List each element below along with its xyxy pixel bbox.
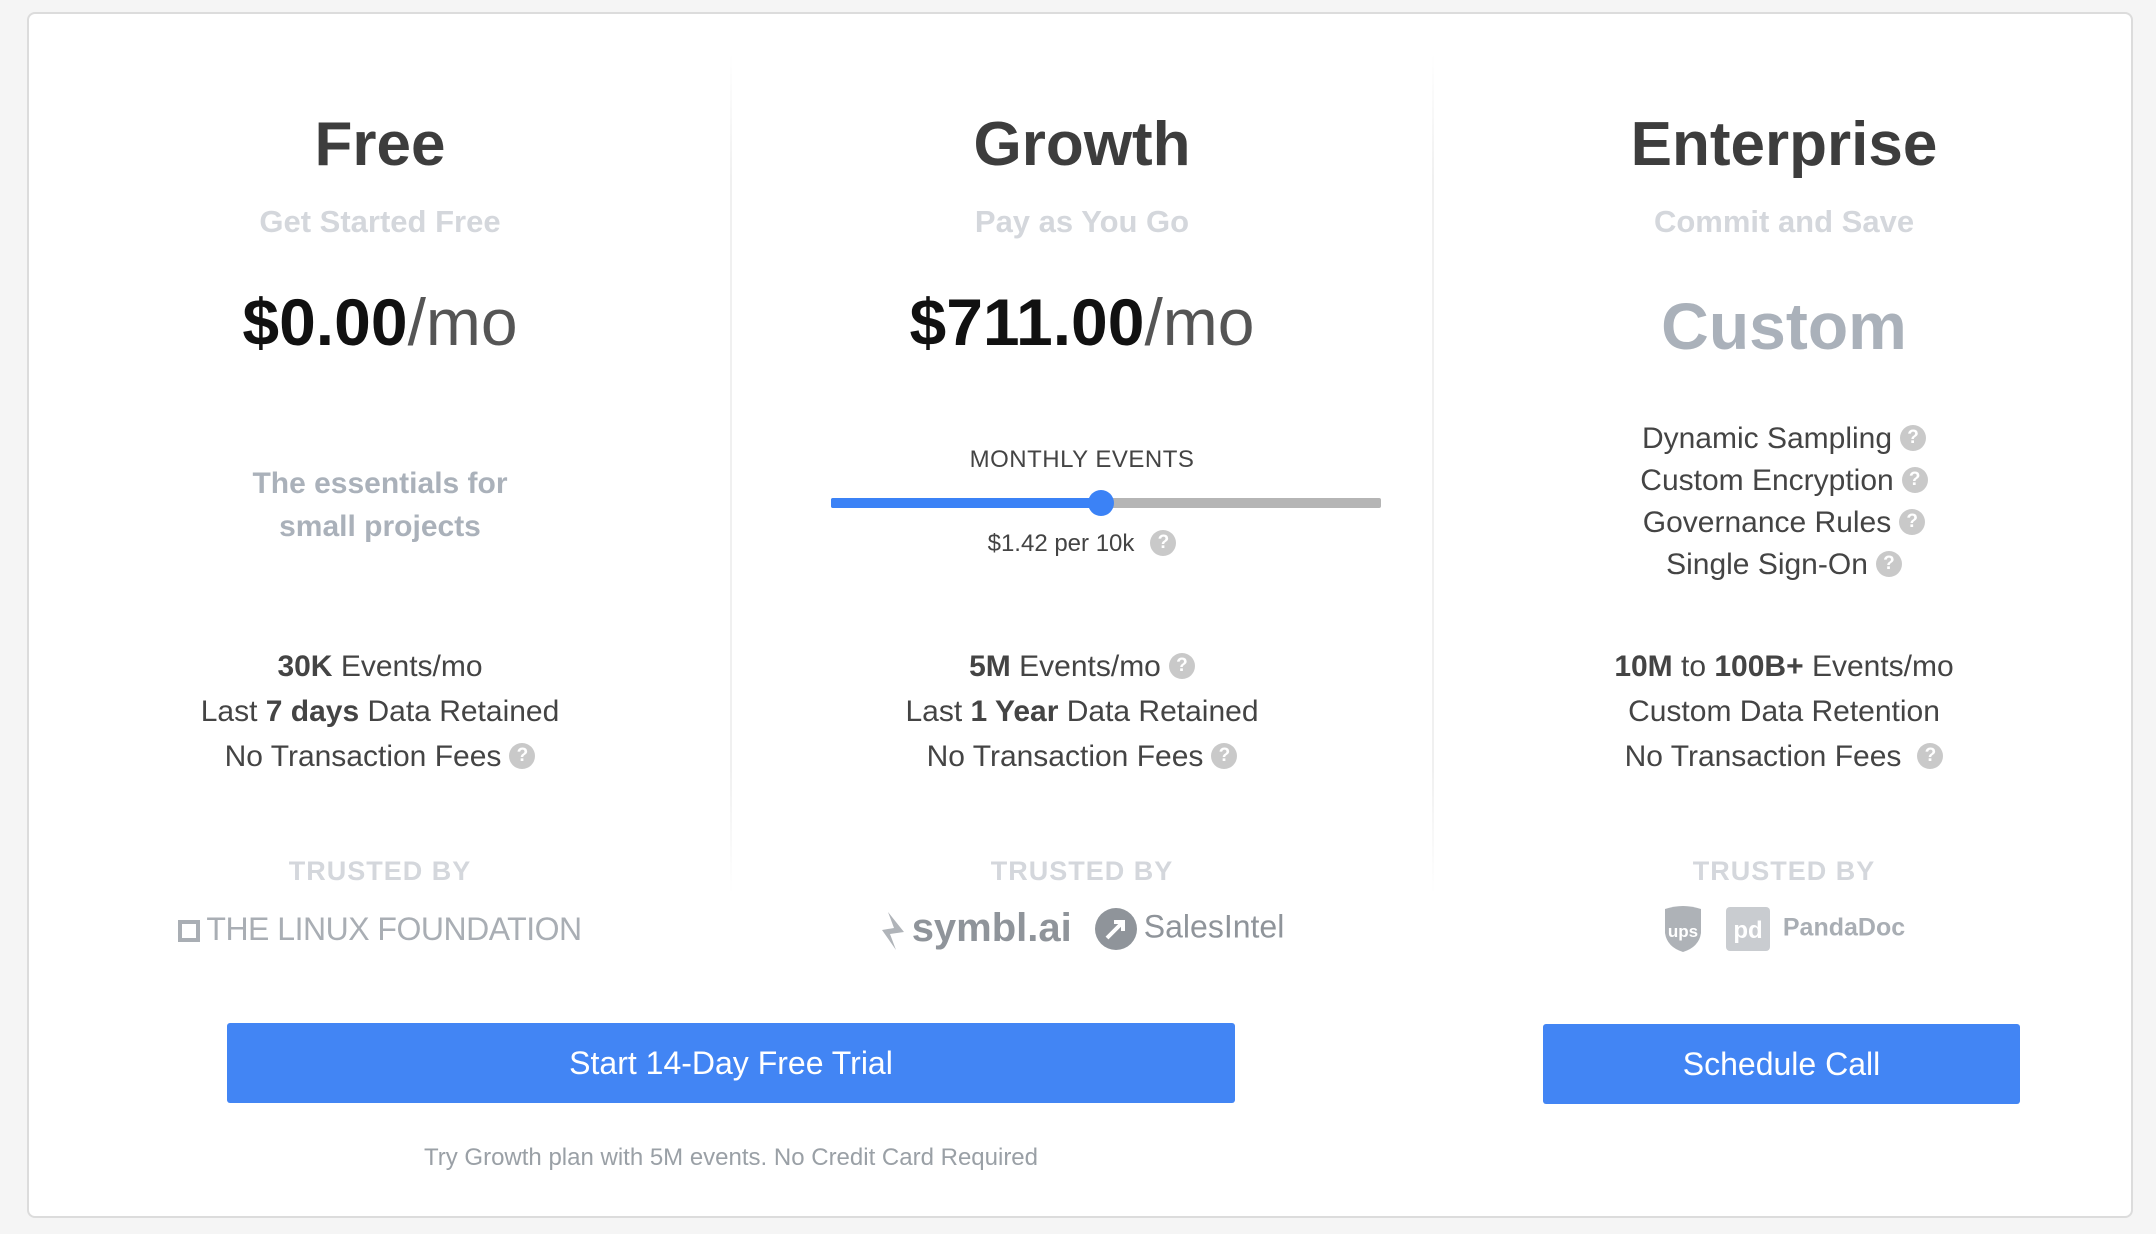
feature-list: 30K Events/mo Last 7 days Data Retained … [29, 644, 731, 779]
question-circle-icon[interactable]: ? [1150, 529, 1177, 556]
feature-text: Last [905, 695, 971, 728]
plan-price: $0.00/mo [29, 284, 731, 360]
start-trial-button[interactable]: Start 14-Day Free Trial [227, 1023, 1235, 1103]
feature-text: Data Retained [1058, 695, 1259, 728]
question-circle-icon[interactable]: ? [1900, 425, 1927, 452]
feature-item: No Transaction Fees? [1433, 734, 2135, 779]
feature-bold: 1 Year [970, 695, 1059, 728]
feature-item: No Transaction Fees? [731, 734, 1433, 779]
price-unit: /mo [407, 285, 518, 359]
feature-text: Custom Data Retention [1628, 695, 1940, 728]
trusted-by-label: TRUSTED BY [990, 856, 1174, 886]
perk-item: Custom Encryption? [1433, 460, 2135, 502]
plan-title: Free [314, 110, 446, 179]
pandadoc-logo: pd PandaDoc [1725, 906, 1905, 952]
perk-item: Governance Rules? [1433, 502, 2135, 544]
price-amount: $711.00 [909, 285, 1145, 359]
plan-title: Enterprise [1630, 110, 1938, 179]
feature-text: Last [200, 695, 266, 728]
symbl-logo: symbl.ai [880, 906, 1072, 951]
customer-logos: symbl.ai SalesIntel [731, 904, 1433, 954]
rate-text: $1.42 per 10k [987, 530, 1135, 557]
perk-text: Single Sign-On [1666, 548, 1868, 581]
feature-bold: 7 days [265, 695, 360, 728]
question-circle-icon[interactable]: ? [1917, 743, 1944, 770]
feature-item: 30K Events/mo [29, 644, 731, 689]
logo-text: symbl.ai [911, 906, 1072, 951]
feature-item: Custom Data Retention [1433, 689, 2135, 734]
perk-text: Governance Rules [1642, 506, 1892, 539]
tagline-line: small projects [279, 510, 481, 543]
trial-note: Try Growth plan with 5M events. No Credi… [423, 1144, 1038, 1171]
perk-item: Dynamic Sampling? [1433, 418, 2135, 460]
plan-tagline: The essentials for small projects [29, 462, 731, 548]
feature-item: 10M to 100B+ Events/mo [1433, 644, 2135, 689]
feature-text: Events/mo [332, 650, 483, 683]
feature-item: 5M Events/mo? [731, 644, 1433, 689]
ups-logo: ups [1663, 905, 1703, 953]
feature-item: Last 7 days Data Retained [29, 689, 731, 734]
feature-text: No Transaction Fees [1624, 740, 1902, 773]
plan-subtitle: Commit and Save [1653, 204, 1915, 239]
perk-text: Custom Encryption [1640, 464, 1894, 497]
feature-bold: 5M [969, 650, 1011, 683]
svg-text:pd: pd [1733, 917, 1762, 944]
question-circle-icon[interactable]: ? [1211, 743, 1238, 770]
trusted-by-label: TRUSTED BY [1692, 856, 1876, 886]
price-unit: /mo [1144, 285, 1255, 359]
logo-text: ups [1668, 922, 1698, 941]
feature-bold: 30K [277, 650, 333, 683]
feature-list: 5M Events/mo? Last 1 Year Data Retained … [731, 644, 1433, 779]
feature-text: Events/mo [1010, 650, 1161, 683]
feature-text: No Transaction Fees [224, 740, 502, 773]
salesintel-logo: SalesIntel [1094, 907, 1285, 951]
question-circle-icon[interactable]: ? [1899, 509, 1926, 536]
customer-logos: THE LINUX FOUNDATION [29, 904, 731, 954]
enterprise-perks: Dynamic Sampling? Custom Encryption? Gov… [1433, 418, 2135, 586]
slider-label: MONTHLY EVENTS [969, 446, 1195, 473]
question-circle-icon[interactable]: ? [1168, 653, 1195, 680]
slider-fill [831, 498, 1101, 508]
logo-text: PandaDoc [1782, 913, 1906, 942]
feature-item: No Transaction Fees? [29, 734, 731, 779]
feature-text: Events/mo [1803, 650, 1954, 683]
question-circle-icon[interactable]: ? [1875, 551, 1902, 578]
pricing-card: Free Get Started Free $0.00/mo The essen… [27, 12, 2133, 1218]
tagline-line: The essentials for [252, 467, 508, 500]
feature-list: 10M to 100B+ Events/mo Custom Data Reten… [1433, 644, 2135, 779]
feature-text: No Transaction Fees [926, 740, 1204, 773]
plan-subtitle: Pay as You Go [974, 204, 1190, 239]
price-rate: $1.42 per 10k? [731, 529, 1433, 558]
logo-text: SalesIntel [1143, 908, 1285, 945]
plan-subtitle: Get Started Free [259, 204, 501, 239]
feature-bold: 10M [1614, 650, 1673, 683]
linux-foundation-logo: THE LINUX FOUNDATION [178, 910, 582, 948]
slider-thumb[interactable] [1087, 490, 1114, 516]
question-circle-icon[interactable]: ? [509, 743, 536, 770]
schedule-call-button[interactable]: Schedule Call [1543, 1024, 2020, 1104]
plan-price-custom: Custom [1661, 289, 1907, 363]
trusted-by-label: TRUSTED BY [288, 856, 472, 886]
question-circle-icon[interactable]: ? [1901, 467, 1928, 494]
price-amount: $0.00 [242, 285, 408, 359]
perk-item: Single Sign-On? [1433, 544, 2135, 586]
logo-text: THE LINUX FOUNDATION [206, 910, 582, 947]
feature-text: to [1672, 650, 1715, 683]
plan-price: $711.00/mo [731, 284, 1433, 360]
monthly-events-slider[interactable] [831, 490, 1381, 516]
perk-text: Dynamic Sampling [1641, 422, 1893, 455]
plan-title: Growth [973, 110, 1191, 179]
feature-bold: 100B+ [1714, 650, 1804, 683]
feature-text: Data Retained [359, 695, 560, 728]
feature-item: Last 1 Year Data Retained [731, 689, 1433, 734]
customer-logos: ups pd PandaDoc [1433, 904, 2135, 954]
